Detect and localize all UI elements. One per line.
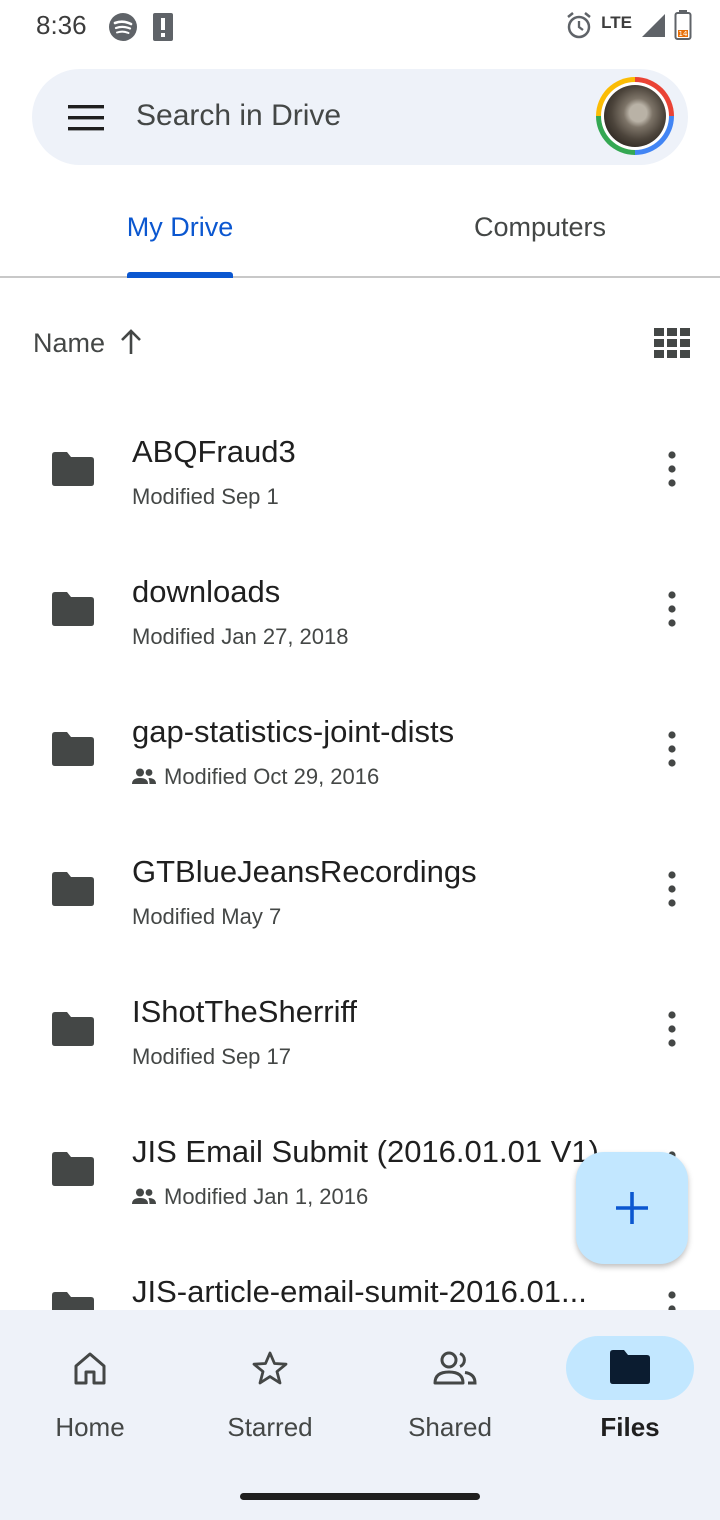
file-modified: Modified Sep 17 bbox=[132, 1044, 291, 1069]
nav-starred[interactable]: Starred bbox=[180, 1310, 360, 1460]
folder-icon bbox=[52, 1152, 94, 1186]
file-name: downloads bbox=[132, 574, 281, 609]
folder-icon bbox=[52, 1012, 94, 1046]
file-name: ABQFraud3 bbox=[132, 434, 296, 469]
nav-label: Starred bbox=[227, 1412, 313, 1442]
file-name: IShotTheSherriff bbox=[132, 994, 358, 1029]
file-name: JIS Email Submit (2016.01.01 V1) bbox=[132, 1134, 599, 1169]
menu-icon[interactable] bbox=[66, 103, 106, 133]
file-modified: Modified May 7 bbox=[132, 904, 282, 929]
battery-icon: 14 bbox=[674, 10, 692, 45]
bottom-navigation: Home Starred Shared Files bbox=[0, 1310, 720, 1520]
folder-icon bbox=[52, 452, 94, 486]
more-options-icon[interactable] bbox=[660, 590, 684, 628]
shared-people-icon bbox=[132, 764, 156, 790]
drive-tabs: My Drive Computers bbox=[0, 190, 720, 278]
nav-home[interactable]: Home bbox=[0, 1310, 180, 1460]
nav-label: Shared bbox=[408, 1412, 492, 1442]
file-modified: Modified Jan 1, 2016 bbox=[164, 1184, 369, 1209]
nav-shared[interactable]: Shared bbox=[360, 1310, 540, 1460]
battery-level-label: 14 bbox=[679, 30, 688, 38]
file-row-gap-statistics[interactable]: gap-statistics-joint-dists Modified Oct … bbox=[0, 680, 720, 820]
folder-icon bbox=[52, 732, 94, 766]
sort-ascending-icon[interactable] bbox=[118, 328, 144, 361]
nav-label: Home bbox=[55, 1412, 125, 1442]
shared-people-icon bbox=[132, 1184, 156, 1210]
file-row-ishotthesherriff[interactable]: IShotTheSherriff Modified Sep 17 bbox=[0, 960, 720, 1100]
tab-my-drive[interactable]: My Drive bbox=[90, 212, 270, 243]
file-row-downloads[interactable]: downloads Modified Jan 27, 2018 bbox=[0, 540, 720, 680]
file-name: gap-statistics-joint-dists bbox=[132, 714, 455, 749]
star-icon bbox=[252, 1350, 288, 1391]
account-avatar[interactable] bbox=[596, 77, 674, 155]
file-row-abqfraud3[interactable]: ABQFraud3 Modified Sep 1 bbox=[0, 400, 720, 540]
file-row-gtbluejeans[interactable]: GTBlueJeansRecordings Modified May 7 bbox=[0, 820, 720, 960]
alarm-icon bbox=[565, 10, 593, 45]
sort-row: Name bbox=[0, 320, 720, 370]
search-bar[interactable]: Search in Drive bbox=[32, 69, 688, 165]
tab-computers[interactable]: Computers bbox=[450, 212, 630, 243]
folder-icon bbox=[52, 1292, 94, 1310]
new-item-button[interactable] bbox=[576, 1152, 688, 1264]
search-input[interactable]: Search in Drive bbox=[136, 99, 341, 133]
nav-files[interactable]: Files bbox=[540, 1310, 720, 1460]
more-options-icon[interactable] bbox=[660, 1290, 684, 1310]
folder-icon bbox=[52, 592, 94, 626]
avatar-image bbox=[604, 85, 666, 147]
file-name: GTBlueJeansRecordings bbox=[132, 854, 477, 889]
active-tab-indicator bbox=[127, 272, 233, 278]
people-icon bbox=[432, 1350, 478, 1391]
file-modified: Modified Oct 29, 2016 bbox=[164, 764, 380, 789]
alert-icon bbox=[152, 12, 174, 47]
network-type-label: LTE bbox=[601, 12, 632, 32]
folder-icon bbox=[610, 1350, 650, 1389]
file-modified: Modified Sep 1 bbox=[132, 484, 279, 509]
more-options-icon[interactable] bbox=[660, 1010, 684, 1048]
nav-label: Files bbox=[600, 1412, 660, 1442]
more-options-icon[interactable] bbox=[660, 450, 684, 488]
home-icon bbox=[72, 1350, 108, 1391]
spotify-icon bbox=[108, 12, 138, 47]
status-bar: 8:36 LTE 14 bbox=[0, 0, 720, 56]
sort-by-name-button[interactable]: Name bbox=[33, 328, 105, 359]
more-options-icon[interactable] bbox=[660, 870, 684, 908]
grid-view-icon[interactable] bbox=[654, 328, 692, 358]
gesture-navigation-bar[interactable] bbox=[240, 1493, 480, 1500]
status-time: 8:36 bbox=[36, 10, 87, 40]
more-options-icon[interactable] bbox=[660, 730, 684, 768]
file-modified: Modified Jan 27, 2018 bbox=[132, 624, 349, 649]
signal-icon bbox=[640, 12, 666, 43]
plus-icon bbox=[616, 1192, 648, 1224]
folder-icon bbox=[52, 872, 94, 906]
file-name: JIS-article-email-sumit-2016.01... bbox=[132, 1274, 587, 1309]
